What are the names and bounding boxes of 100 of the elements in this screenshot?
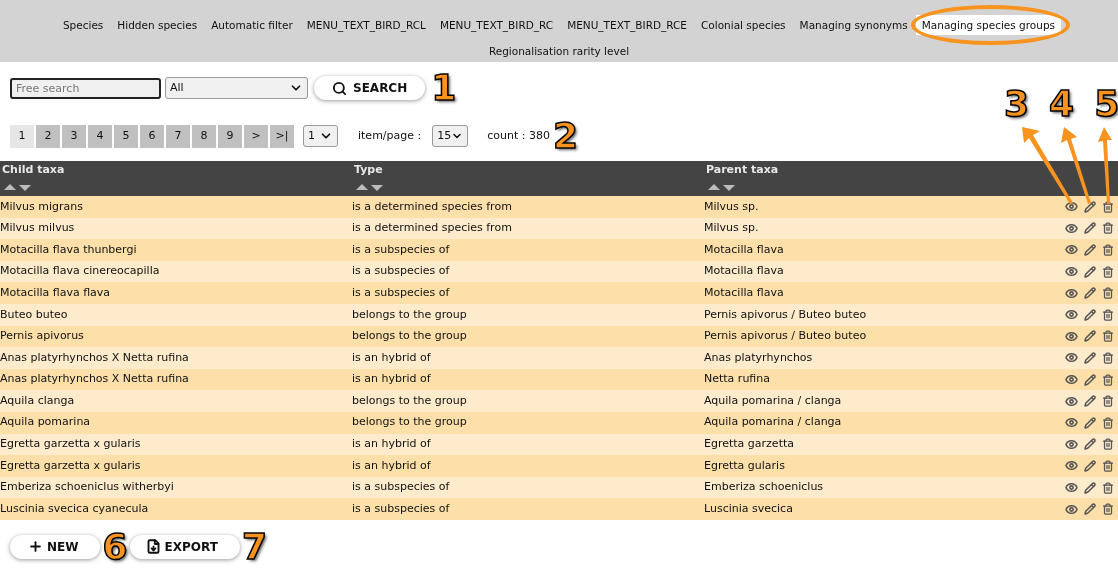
page-button[interactable]: >|	[270, 124, 294, 148]
edit-icon[interactable]	[1084, 395, 1096, 408]
delete-icon[interactable]	[1102, 373, 1114, 386]
view-icon[interactable]	[1065, 221, 1078, 235]
table-cell-text: is an hybrid of	[352, 436, 432, 453]
table-cell-text: Egretta garzetta x gularis	[0, 457, 142, 474]
callout-number: 6	[102, 528, 128, 565]
delete-icon[interactable]	[1102, 265, 1114, 278]
table-cell-text: Egretta gularis	[704, 457, 786, 474]
view-icon[interactable]	[1065, 243, 1078, 257]
view-icon[interactable]	[1065, 265, 1078, 279]
table-cell-text: Egretta garzetta	[704, 436, 795, 453]
view-icon[interactable]	[1065, 308, 1078, 322]
nav-tab[interactable]: Managing synonyms	[793, 15, 914, 35]
edit-icon[interactable]	[1084, 438, 1096, 451]
category-dropdown[interactable]: All	[165, 77, 308, 99]
edit-icon[interactable]	[1084, 503, 1096, 516]
delete-icon[interactable]	[1102, 330, 1114, 343]
edit-icon[interactable]	[1084, 308, 1096, 321]
edit-icon[interactable]	[1084, 222, 1096, 235]
page-button[interactable]: 8	[192, 124, 216, 148]
export-button[interactable]: EXPORT	[129, 534, 240, 559]
search-button[interactable]: SEARCH	[314, 76, 426, 100]
page-button[interactable]: 6	[140, 124, 164, 148]
view-icon[interactable]	[1065, 437, 1078, 451]
page-button[interactable]: 4	[88, 124, 112, 148]
view-icon[interactable]	[1065, 481, 1078, 494]
page-button[interactable]: 9	[218, 124, 242, 148]
view-icon[interactable]	[1065, 200, 1078, 214]
search-field[interactable]: Free search	[10, 77, 161, 99]
page-button[interactable]: 1	[10, 124, 34, 148]
page-button[interactable]: 3	[62, 124, 86, 148]
delete-icon[interactable]	[1102, 351, 1114, 364]
page-button[interactable]: 2	[36, 124, 60, 148]
column-header[interactable]: Child taxa	[2, 162, 352, 179]
new-button[interactable]: NEW	[10, 534, 101, 559]
nav-tab[interactable]: Colonial species	[695, 15, 792, 35]
callout-number: 5	[1094, 86, 1118, 122]
view-icon[interactable]	[1065, 459, 1078, 473]
edit-icon[interactable]	[1084, 481, 1096, 494]
delete-icon[interactable]	[1102, 287, 1114, 300]
delete-icon[interactable]	[1102, 459, 1114, 472]
delete-icon[interactable]	[1102, 503, 1114, 516]
nav-tab[interactable]: MENU_TEXT_BIRD_RCE	[561, 15, 693, 35]
delete-icon[interactable]	[1102, 438, 1114, 451]
view-icon[interactable]	[1065, 394, 1078, 408]
nav-tab[interactable]: Species	[56, 15, 110, 35]
edit-icon[interactable]	[1084, 200, 1096, 213]
table-cell-text: is a subspecies of	[352, 284, 451, 301]
table-cell-text: is a determined species from	[352, 220, 513, 237]
table-cell-text: Emberiza schoeniclus	[704, 479, 825, 496]
edit-icon[interactable]	[1084, 459, 1096, 472]
plus-icon	[28, 539, 43, 555]
nav-tab[interactable]: Managing species groups	[915, 15, 1062, 35]
edit-icon[interactable]	[1084, 373, 1096, 386]
sort-icon[interactable]	[4, 181, 34, 191]
edit-icon[interactable]	[1084, 351, 1096, 364]
table-cell-text: Anas platyrhynchos X Netta rufina	[0, 349, 190, 366]
edit-icon[interactable]	[1084, 265, 1096, 278]
page-button[interactable]: 5	[114, 124, 138, 148]
nav-tab[interactable]: MENU_TEXT_BIRD_RC	[433, 15, 560, 35]
table-cell-text: is a determined species from	[352, 198, 513, 215]
page-button[interactable]: >	[244, 124, 268, 148]
delete-icon[interactable]	[1102, 481, 1114, 494]
edit-icon[interactable]	[1084, 416, 1096, 429]
items-per-page-label: item/page :	[358, 127, 422, 144]
table-cell-text: is a subspecies of	[352, 479, 451, 496]
column-header[interactable]: Parent taxa	[706, 162, 1056, 179]
table-cell-text: Egretta garzetta x gularis	[0, 436, 142, 453]
view-icon[interactable]	[1065, 329, 1078, 343]
edit-icon[interactable]	[1084, 330, 1096, 343]
page-dropdown[interactable]: 1	[303, 125, 338, 147]
page-button[interactable]: 7	[166, 124, 190, 148]
file-download-icon	[145, 539, 161, 555]
nav-tab[interactable]: MENU_TEXT_BIRD_RCL	[300, 15, 432, 35]
view-icon[interactable]	[1065, 286, 1078, 300]
nav-tab[interactable]: Automatic filter	[205, 15, 299, 35]
table-cell-text: Aquila pomarina / clanga	[704, 392, 843, 409]
view-icon[interactable]	[1065, 502, 1078, 516]
view-icon[interactable]	[1065, 351, 1078, 365]
table-cell-text: Motacilla flava thunbergi	[0, 241, 138, 258]
edit-icon[interactable]	[1084, 244, 1096, 256]
delete-icon[interactable]	[1102, 200, 1114, 213]
nav-tab[interactable]: Regionalisation rarity level	[482, 41, 636, 61]
view-icon[interactable]	[1065, 416, 1078, 430]
column-header[interactable]: Type	[354, 162, 704, 179]
edit-icon[interactable]	[1084, 287, 1096, 300]
table-cell-text: belongs to the group	[352, 392, 468, 409]
delete-icon[interactable]	[1102, 222, 1114, 235]
delete-icon[interactable]	[1102, 395, 1114, 408]
sort-icon[interactable]	[708, 181, 738, 191]
callout-number: 1	[431, 70, 457, 106]
delete-icon[interactable]	[1102, 416, 1114, 429]
table-cell-text: is an hybrid of	[352, 349, 432, 366]
sort-icon[interactable]	[356, 181, 386, 191]
nav-tab[interactable]: Hidden species	[111, 15, 204, 35]
delete-icon[interactable]	[1102, 244, 1114, 256]
items-per-page-dropdown[interactable]: 15	[432, 125, 469, 147]
delete-icon[interactable]	[1102, 308, 1114, 321]
view-icon[interactable]	[1065, 373, 1078, 387]
